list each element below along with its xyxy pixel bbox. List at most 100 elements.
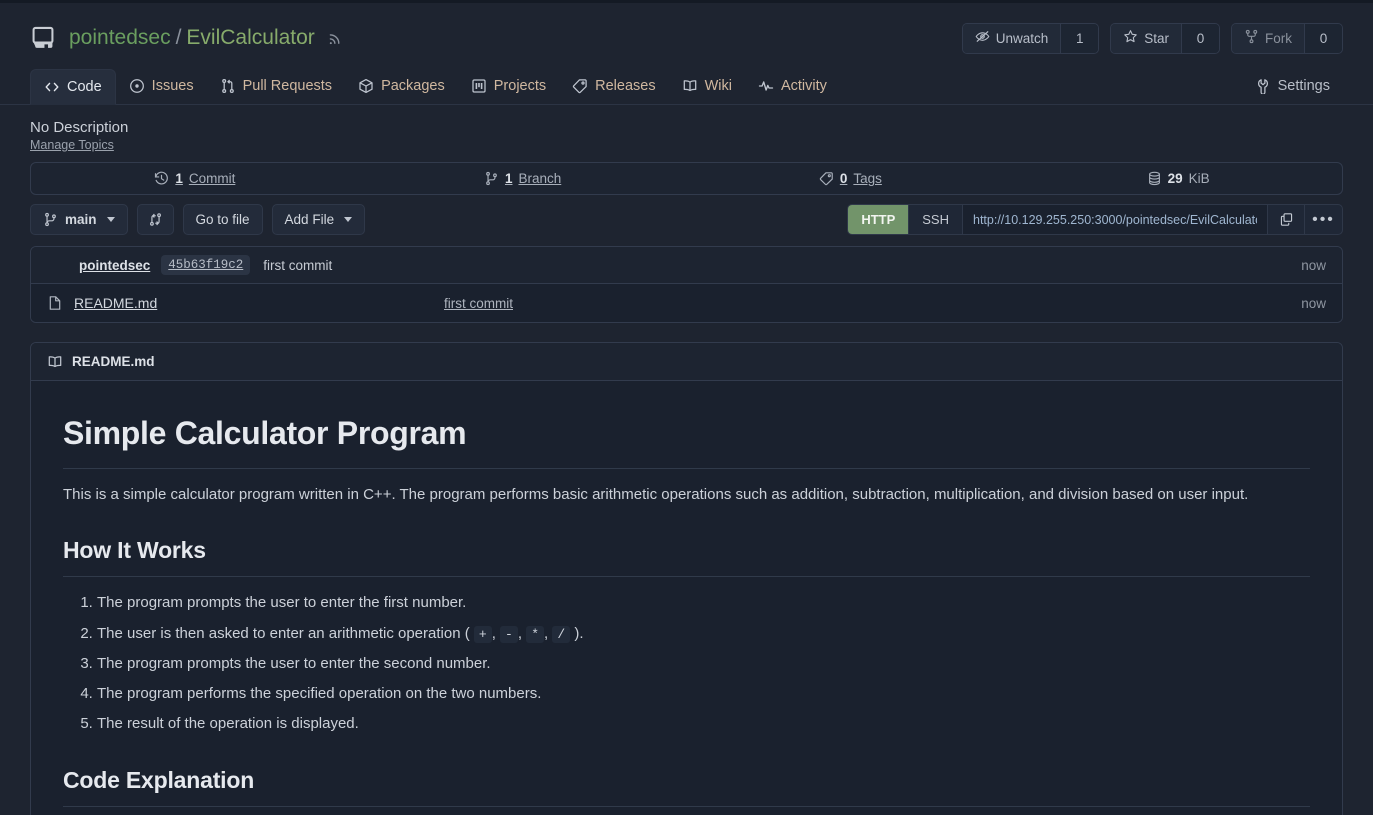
compare-branches-button[interactable]	[136, 204, 174, 235]
repo-header: pointedsec / EvilCalculator Unwatch 1 St…	[0, 3, 1373, 59]
breadcrumb-repo-link[interactable]: EvilCalculator	[186, 26, 314, 50]
file-timestamp: now	[1301, 295, 1326, 311]
tab-releases-label: Releases	[595, 78, 656, 94]
package-icon	[358, 78, 374, 94]
tab-projects-label: Projects	[493, 78, 547, 94]
go-to-file-button[interactable]: Go to file	[182, 204, 263, 235]
stat-tags-value: 0	[839, 171, 848, 186]
file-name-link[interactable]: README.md	[74, 295, 444, 311]
stat-size: 29 KiB	[1014, 163, 1342, 194]
stat-tags[interactable]: 0 Tags	[687, 163, 1015, 194]
clone-url-group: HTTP SSH •••	[847, 204, 1343, 235]
watch-count[interactable]: 1	[1060, 23, 1099, 53]
database-icon	[1147, 171, 1162, 186]
file-listing-table: pointedsec 45b63f19c2 first commit now R…	[30, 246, 1343, 323]
clone-http-button[interactable]: HTTP	[848, 205, 910, 234]
book-icon	[47, 354, 63, 370]
repo-nav-tabs: Code Issues Pull Requests Packages Proje…	[0, 67, 1373, 105]
issue-opened-icon	[129, 78, 145, 94]
tab-issues-label: Issues	[151, 78, 194, 94]
clone-more-menu-button[interactable]: •••	[1305, 205, 1342, 234]
star-button-group[interactable]: Star 0	[1110, 22, 1220, 54]
breadcrumb-owner-link[interactable]: pointedsec	[69, 26, 171, 50]
repo-description-area: No Description Manage Topics	[0, 105, 1373, 152]
stat-tags-label: Tags	[853, 171, 882, 186]
repo-toolbar: main Go to file Add File HTTP SSH http:/…	[30, 204, 1343, 235]
inline-code: +	[473, 625, 492, 643]
tab-releases[interactable]: Releases	[559, 68, 668, 104]
commit-author-link[interactable]: pointedsec	[79, 258, 150, 273]
branch-selector-button[interactable]: main	[30, 204, 128, 235]
inline-code: *	[526, 625, 544, 643]
stat-commits[interactable]: 1 Commit	[31, 163, 359, 194]
star-label: Star	[1144, 30, 1169, 46]
manage-topics-link[interactable]: Manage Topics	[30, 138, 114, 152]
tab-projects[interactable]: Projects	[458, 68, 559, 104]
tag-icon	[572, 78, 588, 94]
tab-issues[interactable]: Issues	[116, 68, 207, 104]
star-button[interactable]: Star	[1111, 23, 1181, 53]
tag-icon	[819, 171, 834, 186]
copy-icon	[1279, 212, 1294, 227]
readme-header: README.md	[31, 343, 1342, 381]
readme-steps-list: The program prompts the user to enter th…	[63, 591, 1310, 735]
tab-activity[interactable]: Activity	[745, 68, 840, 104]
repo-book-icon	[30, 25, 56, 51]
stat-branches-value: 1	[504, 171, 513, 186]
fork-count[interactable]: 0	[1304, 23, 1342, 53]
wrench-icon	[1255, 78, 1271, 94]
readme-title: Simple Calculator Program	[63, 409, 1310, 469]
copy-clone-url-button[interactable]	[1268, 205, 1305, 234]
commit-timestamp: now	[1301, 257, 1326, 273]
fork-button-group[interactable]: Fork 0	[1231, 22, 1343, 54]
git-compare-icon	[148, 212, 163, 227]
stat-branches[interactable]: 1 Branch	[359, 163, 687, 194]
tab-packages[interactable]: Packages	[345, 68, 458, 104]
tab-activity-label: Activity	[780, 78, 827, 94]
inline-code: /	[552, 625, 571, 643]
star-icon	[1123, 29, 1138, 47]
repo-actions: Unwatch 1 Star 0 Fork 0	[961, 22, 1343, 54]
stat-size-value: 29	[1167, 171, 1183, 186]
file-icon	[47, 295, 63, 311]
tab-code[interactable]: Code	[30, 69, 116, 105]
tab-settings[interactable]: Settings	[1242, 68, 1343, 104]
table-row[interactable]: README.md first commit now	[31, 284, 1342, 322]
code-icon	[44, 79, 60, 95]
stat-commits-label: Commit	[188, 171, 236, 186]
rss-feed-icon[interactable]	[327, 30, 344, 47]
inline-code: -	[500, 625, 518, 643]
add-file-button[interactable]: Add File	[271, 204, 366, 235]
readme-filename: README.md	[72, 354, 155, 369]
file-commit-message[interactable]: first commit	[444, 296, 513, 311]
clone-url-input[interactable]	[963, 205, 1268, 234]
git-branch-icon	[43, 212, 58, 227]
repo-stats-bar: 1 Commit 1 Branch 0 Tags 29 KiB	[30, 162, 1343, 195]
breadcrumb: pointedsec / EvilCalculator	[69, 26, 315, 50]
star-count[interactable]: 0	[1181, 23, 1219, 53]
tab-pull-requests[interactable]: Pull Requests	[207, 68, 345, 104]
readme-code-explanation-heading: Code Explanation	[63, 763, 1310, 808]
clone-ssh-button[interactable]: SSH	[909, 205, 963, 234]
go-to-file-label: Go to file	[195, 212, 250, 227]
ellipsis-icon: •••	[1312, 210, 1335, 228]
tab-pull-requests-label: Pull Requests	[242, 78, 333, 94]
commit-sha-link[interactable]: 45b63f19c2	[161, 255, 251, 275]
readme-intro-paragraph: This is a simple calculator program writ…	[63, 485, 1249, 503]
tab-wiki-label: Wiki	[704, 78, 732, 94]
unwatch-button[interactable]: Unwatch	[962, 23, 1061, 53]
readme-how-it-works-heading: How It Works	[63, 533, 1310, 578]
commit-message: first commit	[263, 257, 333, 273]
latest-commit-row: pointedsec 45b63f19c2 first commit now	[31, 247, 1342, 284]
list-item: The program prompts the user to enter th…	[97, 652, 1310, 675]
list-item: The user is then asked to enter an arith…	[97, 622, 1310, 645]
breadcrumb-separator: /	[175, 26, 182, 49]
watch-button-group[interactable]: Unwatch 1	[961, 22, 1100, 54]
branch-name-label: main	[65, 212, 97, 227]
list-item: The program prompts the user to enter th…	[97, 591, 1310, 614]
fork-button[interactable]: Fork	[1232, 23, 1304, 53]
tab-wiki[interactable]: Wiki	[669, 68, 745, 104]
git-pull-request-icon	[220, 78, 236, 94]
readme-content: Simple Calculator Program This is a simp…	[31, 381, 1342, 815]
add-file-label: Add File	[284, 212, 335, 227]
